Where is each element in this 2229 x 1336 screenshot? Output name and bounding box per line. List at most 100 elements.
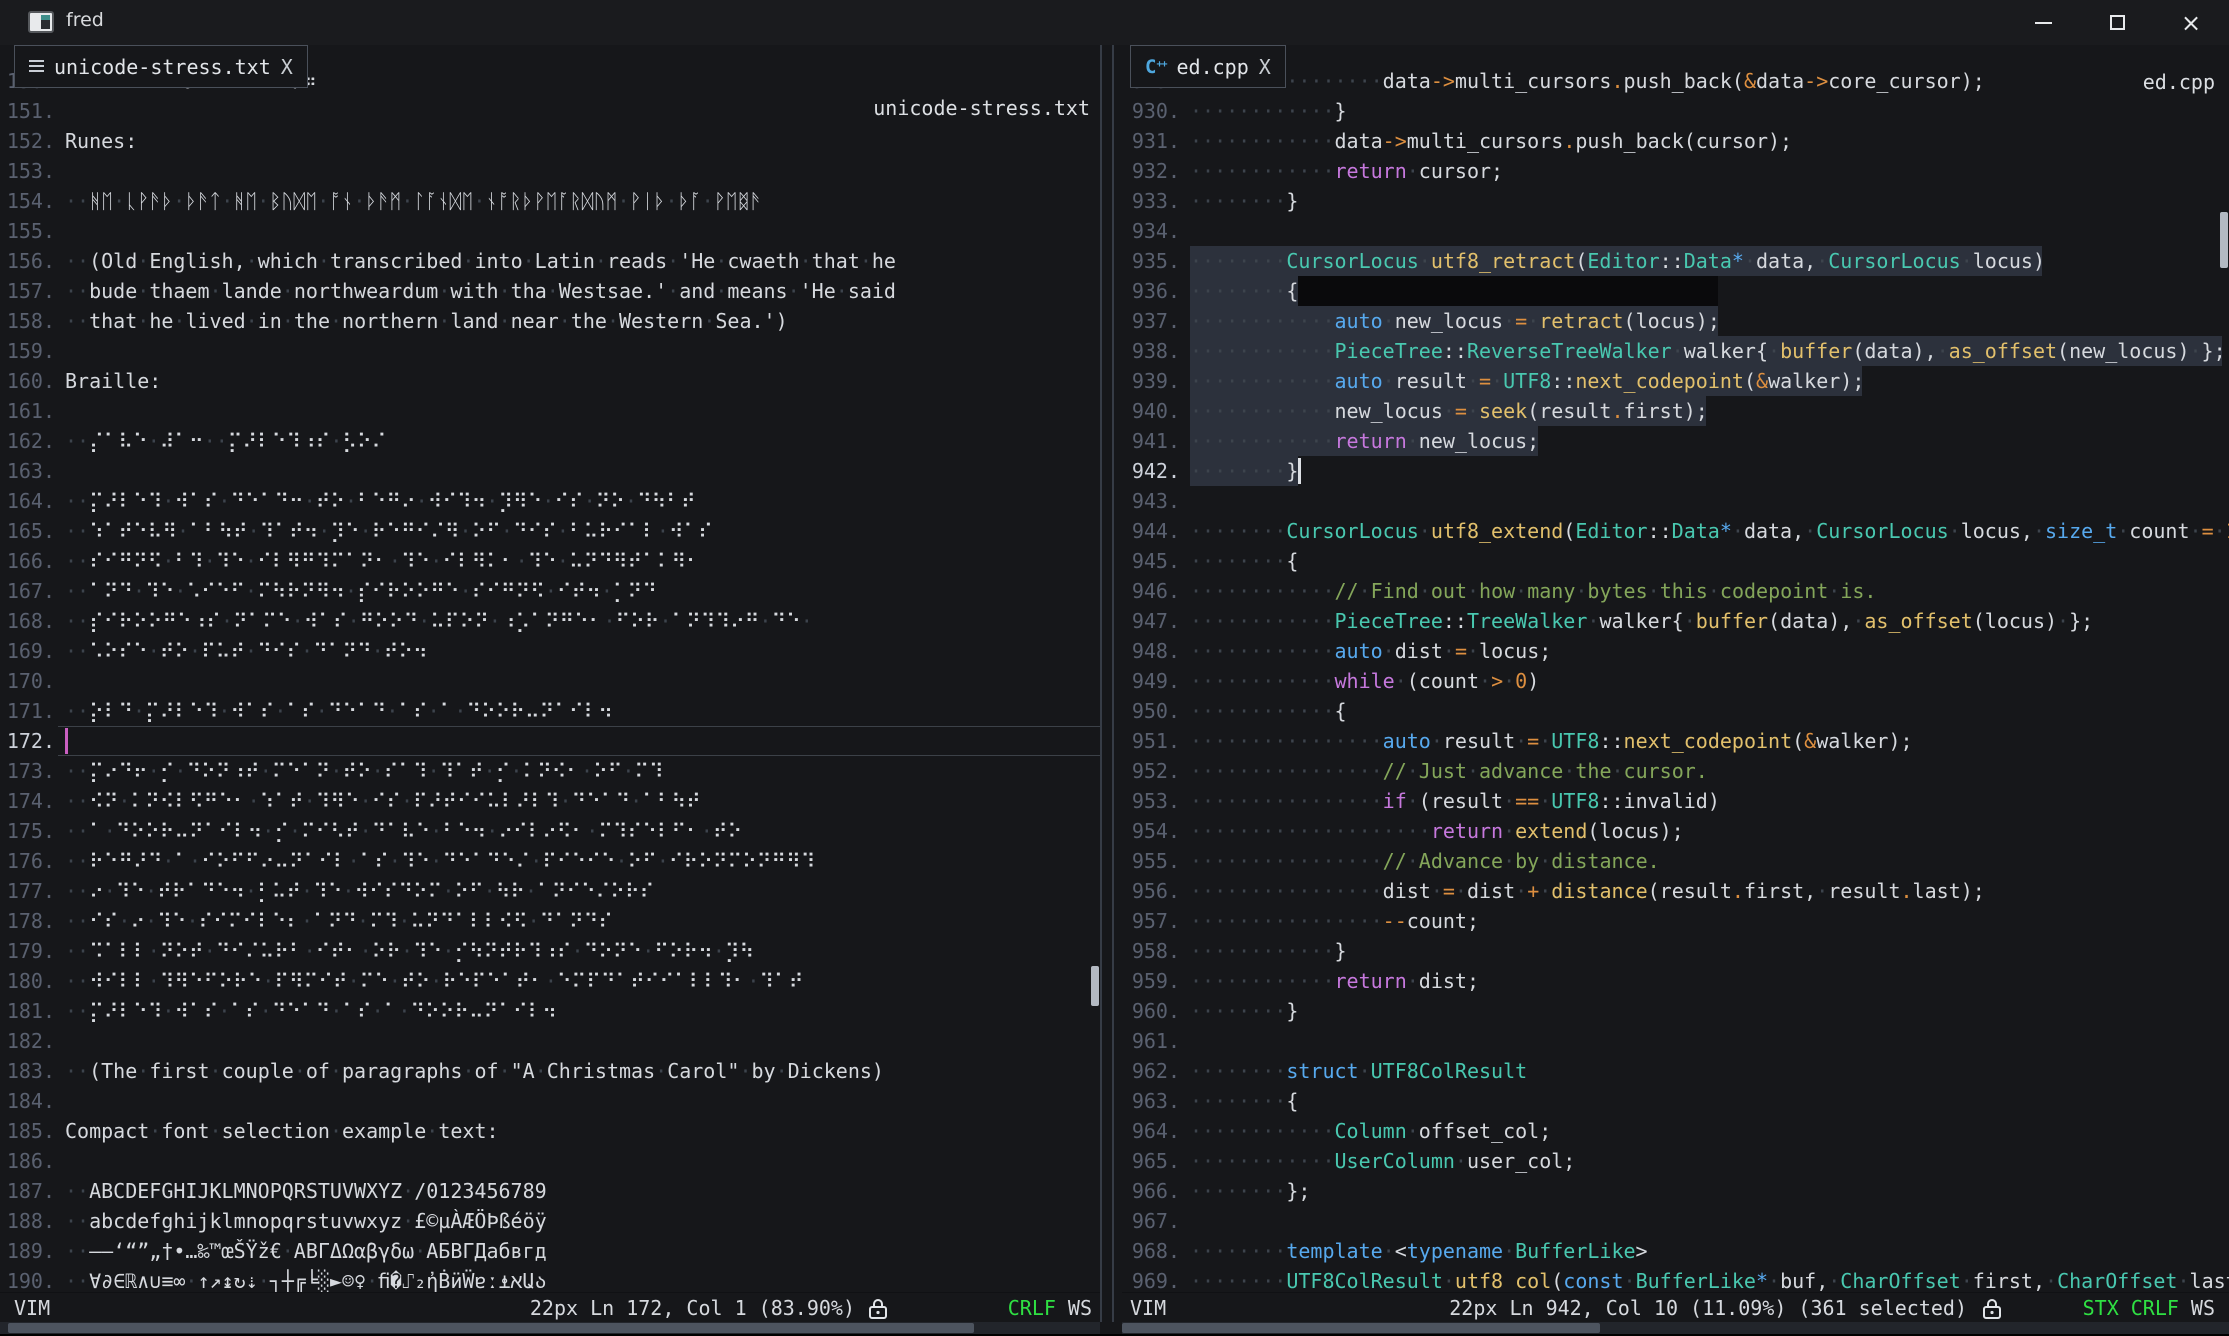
code-line[interactable]: 936.········{	[1122, 276, 2229, 306]
code-line[interactable]: 956.················dist·=·dist·+·distan…	[1122, 876, 2229, 906]
code-line[interactable]: 184.	[0, 1086, 1100, 1116]
code-line[interactable]: 968.········template·<typename·BufferLik…	[1122, 1236, 2229, 1266]
code-line[interactable]: 158.··that·he·lived·in·the·northern·land…	[0, 306, 1100, 336]
code-line[interactable]: 175.··⠁·⠙⠕⠕⠗⠤⠝⠁⠊⠇⠲·⡊·⠍⠊⠣⠞·⠙⠁⠧⠑·⠃⠑⠲·⠔⠊⠇⠔⠫…	[0, 816, 1100, 846]
code-line[interactable]: 934.	[1122, 216, 2229, 246]
code-line[interactable]: 155.	[0, 216, 1100, 246]
horizontal-scrollbar-right[interactable]	[1122, 1322, 2229, 1334]
code-line[interactable]: 960.········}	[1122, 996, 2229, 1026]
code-line[interactable]: 172.	[0, 726, 1100, 756]
tab-close-icon[interactable]: X	[1259, 55, 1271, 79]
tab-ed-cpp[interactable]: C++ ed.cpp X	[1130, 45, 1286, 88]
code-line[interactable]: 933.········}	[1122, 186, 2229, 216]
code-line[interactable]: 166.··⠎⠊⠛⠝⠫·⠃⠹·⠹⠑·⠊⠇⠻⠛⠹⠍⠁⠝⠂·⠹⠑·⠊⠇⠻⠅⠂·⠹⠑·…	[0, 546, 1100, 576]
code-line[interactable]: 959.············return·dist;	[1122, 966, 2229, 996]
code-line[interactable]: 171.··⡕⠇⠙·⡍⠜⠇⠑⠹·⠺⠁⠎·⠁⠎·⠙⠑⠁⠙·⠁⠎·⠁·⠙⠕⠕⠗⠤⠝⠁…	[0, 696, 1100, 726]
tab-close-icon[interactable]: X	[281, 55, 293, 79]
text-editor-right[interactable]: 929.················data->multi_cursors.…	[1122, 45, 2229, 1292]
code-line[interactable]: 178.··⠊⠎·⠔·⠹⠑·⠎⠊⠍⠊⠇⠑⠆·⠁⠝⠙·⠍⠹·⠥⠝⠙⠁⠇⠇⠪⠫·⠙⠁…	[0, 906, 1100, 936]
code-line[interactable]: 161.	[0, 396, 1100, 426]
line-text: ················//·Advance·by·distance.	[1190, 846, 1660, 876]
code-line[interactable]: 185.Compact·font·selection·example·text:	[0, 1116, 1100, 1146]
vertical-scrollbar-thumb-right[interactable]	[2220, 212, 2228, 268]
code-line[interactable]: 152.Runes:	[0, 126, 1100, 156]
code-line[interactable]: 957.················--count;	[1122, 906, 2229, 936]
code-line[interactable]: 942.········}	[1122, 456, 2229, 486]
horizontal-scrollbar-left[interactable]	[0, 1322, 1100, 1334]
code-line[interactable]: 190.··∀∂∈ℝ∧∪≡∞·↑↗↨↻⇣·┐┼╔╘░►☺♀·ﬁ�⑀₂ἠḂӥẄɐː…	[0, 1266, 1100, 1292]
code-line[interactable]: 930.············}	[1122, 96, 2229, 126]
code-line[interactable]: 958.············}	[1122, 936, 2229, 966]
tab-unicode-stress[interactable]: unicode-stress.txt X	[14, 45, 308, 88]
code-line[interactable]: 955.················//·Advance·by·distan…	[1122, 846, 2229, 876]
code-line[interactable]: 963.········{	[1122, 1086, 2229, 1116]
line-text: ········template·<typename·BufferLike>	[1190, 1236, 1648, 1266]
code-line[interactable]: 948.············auto·dist·=·locus;	[1122, 636, 2229, 666]
code-line[interactable]: 967.	[1122, 1206, 2229, 1236]
code-line[interactable]: 159.	[0, 336, 1100, 366]
code-line[interactable]: 174.··⠪⠝·⠅⠝⠪⠇⠫⠛⠑⠂·⠱⠁⠞·⠹⠻⠑·⠊⠎·⠏⠜⠞⠊⠊⠥⠇⠜⠇⠹·…	[0, 786, 1100, 816]
close-button[interactable]: ×	[2156, 0, 2226, 45]
code-line[interactable]: 168.··⡎⠊⠗⠕⠕⠛⠑⠰⠎·⠝⠁⠍⠑·⠺⠁⠎·⠛⠕⠕⠙·⠥⠏⠕⠝·⠰⡡⠁⠝⠛…	[0, 606, 1100, 636]
code-line[interactable]: 163.	[0, 456, 1100, 486]
code-line[interactable]: 162.··⡌⠁⠧⠑·⠼⠁⠒··⡍⠜⠇⠑⠹⠰⠎·⡣⠕⠌	[0, 426, 1100, 456]
code-line[interactable]: 961.	[1122, 1026, 2229, 1056]
code-line[interactable]: 186.	[0, 1146, 1100, 1176]
code-line[interactable]: 173.··⡍⠔⠙⠖·⡊·⠙⠕⠝⠰⠞·⠍⠑⠁⠝·⠞⠕·⠎⠁⠹·⠹⠁⠞·⡊·⠅⠝⠪…	[0, 756, 1100, 786]
code-line[interactable]: 947.············PieceTree::TreeWalker·wa…	[1122, 606, 2229, 636]
code-line[interactable]: 937.············auto·new_locus·=·retract…	[1122, 306, 2229, 336]
maximize-button[interactable]	[2082, 0, 2152, 45]
vertical-scrollbar-thumb-left[interactable]	[1091, 966, 1099, 1006]
code-line[interactable]: 154.··ᚻᛖ·ᚳᚹᚫᚦ·ᚦᚫᛏ·ᚻᛖ·ᛒᚢᛞᛖ·ᚩᚾ·ᚦᚫᛗ·ᛚᚪᚾᛞᛖ·ᚾ…	[0, 186, 1100, 216]
code-line[interactable]: 939.············auto·result·=·UTF8::next…	[1122, 366, 2229, 396]
code-line[interactable]: 153.	[0, 156, 1100, 186]
code-line[interactable]: 965.············UserColumn·user_col;	[1122, 1146, 2229, 1176]
code-line[interactable]: 929.················data->multi_cursors.…	[1122, 66, 2229, 96]
code-line[interactable]: 180.··⠺⠊⠇⠇·⠹⠻⠑⠋⠕⠗⠑·⠏⠻⠍⠊⠞·⠍⠑·⠞⠕·⠗⠑⠏⠑⠁⠞⠂·⠑…	[0, 966, 1100, 996]
code-line[interactable]: 945.········{	[1122, 546, 2229, 576]
horizontal-scrollbar-thumb-right[interactable]	[1122, 1323, 1600, 1333]
code-line[interactable]: 964.············Column·offset_col;	[1122, 1116, 2229, 1146]
code-line[interactable]: 188.··abcdefghijklmnopqrstuvwxyz·£©µÀÆÖÞ…	[0, 1206, 1100, 1236]
code-line[interactable]: 943.	[1122, 486, 2229, 516]
code-line[interactable]: 167.··⠁⠝⠙·⠹⠑·⠡⠊⠑⠋·⠍⠳⠗⠝⠻⠲·⡎⠊⠗⠕⠕⠛⠑·⠎⠊⠛⠝⠫·⠊…	[0, 576, 1100, 606]
code-line[interactable]: 157.··bude·thaem·lande·northweardum·with…	[0, 276, 1100, 306]
code-line[interactable]: 176.··⠗⠑⠛⠜⠙·⠁·⠊⠕⠋⠋⠔⠤⠝⠁⠊⠇·⠁⠎·⠹⠑·⠙⠑⠁⠙⠑⠌·⠏⠊…	[0, 846, 1100, 876]
code-line[interactable]: 941.············return·new_locus;	[1122, 426, 2229, 456]
code-line[interactable]: 189.··–—‘“”„†•…‰™œŠŸž€·ΑΒΓΔΩαβγδω·АБВГДа…	[0, 1236, 1100, 1266]
code-line[interactable]: 156.··(Old·English,·which·transcribed·in…	[0, 246, 1100, 276]
code-line[interactable]: 179.··⠩⠁⠇⠇·⠝⠕⠞·⠙⠊⠌⠥⠗⠃·⠊⠞⠂·⠕⠗·⠹⠑·⡊⠳⠝⠞⠗⠹⠰⠎…	[0, 936, 1100, 966]
code-line[interactable]: 949.············while·(count·>·0)	[1122, 666, 2229, 696]
code-line[interactable]: 953.················if·(result·==·UTF8::…	[1122, 786, 2229, 816]
code-line[interactable]: 931.············data->multi_cursors.push…	[1122, 126, 2229, 156]
code-line[interactable]: 940.············new_locus·=·seek(result.…	[1122, 396, 2229, 426]
code-line[interactable]: 962.········struct·UTF8ColResult	[1122, 1056, 2229, 1086]
code-line[interactable]: 935.········CursorLocus·utf8_retract(Edi…	[1122, 246, 2229, 276]
code-line[interactable]: 160.Braille:	[0, 366, 1100, 396]
code-line[interactable]: 164.··⡍⠜⠇⠑⠹·⠺⠁⠎·⠙⠑⠁⠙⠒·⠞⠕·⠃⠑⠛⠔·⠺⠊⠹⠲·⡹⠻⠑·⠊…	[0, 486, 1100, 516]
code-line[interactable]: 170.	[0, 666, 1100, 696]
code-line[interactable]: 952.················//·Just·advance·the·…	[1122, 756, 2229, 786]
code-line[interactable]: 169.··⠡⠕⠎⠑·⠞⠕·⠏⠥⠞·⠙⠊⠎·⠙⠁⠝⠙·⠞⠕⠲	[0, 636, 1100, 666]
code-line[interactable]: 946.············//·Find·out·how·many·byt…	[1122, 576, 2229, 606]
horizontal-scrollbar-thumb-left[interactable]	[8, 1323, 974, 1333]
code-line[interactable]: 938.············PieceTree::ReverseTreeWa…	[1122, 336, 2229, 366]
text-editor-left[interactable]: 150.··እግርህን·በፍራሽህ·ልክ·ዘርጋ።151.152.Runes:1…	[0, 45, 1100, 1292]
code-line[interactable]: 950.············{	[1122, 696, 2229, 726]
code-line[interactable]: 183.··(The·first·couple·of·paragraphs·of…	[0, 1056, 1100, 1086]
pane-divider[interactable]	[1100, 45, 1122, 1322]
code-line[interactable]: 951.················auto·result·=·UTF8::…	[1122, 726, 2229, 756]
code-line[interactable]: 177.··⠔·⠹⠑·⠞⠗⠁⠙⠑⠲·⡃⠥⠞·⠹⠑·⠺⠊⠎⠙⠕⠍·⠕⠋·⠳⠗·⠁⠝…	[0, 876, 1100, 906]
status-bar-left: VIM 22px Ln 172, Col 1 (83.90%) CRLFWS	[0, 1292, 1100, 1322]
code-line[interactable]: 969.········UTF8ColResult·utf8_col(const…	[1122, 1266, 2229, 1292]
line-text: ··⠊⠎·⠔·⠹⠑·⠎⠊⠍⠊⠇⠑⠆·⠁⠝⠙·⠍⠹·⠥⠝⠙⠁⠇⠇⠪⠫·⠙⠁⠝⠙⠎	[65, 906, 613, 936]
minimize-button[interactable]	[2008, 0, 2078, 45]
code-line[interactable]: 944.········CursorLocus·utf8_extend(Edit…	[1122, 516, 2229, 546]
code-line[interactable]: 165.··⠱⠁⠞⠑⠧⠻·⠁⠃⠳⠞·⠹⠁⠞⠲·⡹⠑·⠗⠑⠛⠊⠌⠻·⠕⠋·⠙⠊⠎·…	[0, 516, 1100, 546]
code-line[interactable]: 932.············return·cursor;	[1122, 156, 2229, 186]
code-line[interactable]: 187.··ABCDEFGHIJKLMNOPQRSTUVWXYZ·/012345…	[0, 1176, 1100, 1206]
code-line[interactable]: 182.	[0, 1026, 1100, 1056]
code-line[interactable]: 954.····················return·extend(lo…	[1122, 816, 2229, 846]
code-line[interactable]: 966.········};	[1122, 1176, 2229, 1206]
code-line[interactable]: 181.··⡍⠜⠇⠑⠹·⠺⠁⠎·⠁⠎·⠙⠑⠁⠙·⠁⠎·⠁·⠙⠕⠕⠗⠤⠝⠁⠊⠇⠲	[0, 996, 1100, 1026]
